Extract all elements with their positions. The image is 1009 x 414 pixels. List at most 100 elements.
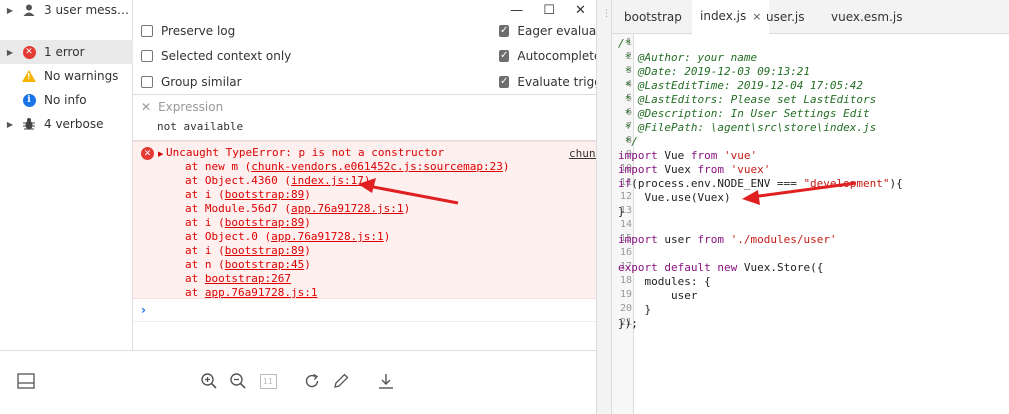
sidebar-item-label: 4 verbose [44,117,104,131]
autocomplete-checkbox[interactable]: ✓ [499,50,510,62]
edit-icon[interactable] [329,369,353,393]
selected-context-checkbox[interactable] [141,50,153,62]
console-prompt[interactable]: › [133,300,596,322]
stack-frame-link[interactable]: bootstrap:89 [225,188,304,201]
stack-frame-link[interactable]: chunk-vendors.e061452c.js:sourcemap:23 [251,160,503,173]
tab-bootstrap[interactable]: bootstrap [620,0,686,34]
code-line: */ [618,135,638,148]
code-line: user [618,289,698,302]
stack-frame-link[interactable]: bootstrap:89 [225,216,304,229]
close-icon[interactable]: ✕ [141,100,151,114]
setting-label: Preserve log [161,24,236,38]
eager-evaluation-checkbox[interactable]: ✓ [499,25,510,37]
stack-frame-text: ) [383,230,391,243]
stack-frame: at i (bootstrap:89) [185,216,311,229]
stack-frame-link[interactable]: app.76a91728.js:1 [205,286,318,299]
minimize-button[interactable]: — [510,3,523,18]
expression-value: not available [157,120,244,133]
code-line: * @Author: your name [618,51,758,64]
panel-splitter[interactable]: ⋮ [596,0,612,414]
stack-frame-link[interactable]: app.76a91728.js:1 [271,230,384,243]
stack-frame-link[interactable]: bootstrap:45 [225,258,304,271]
stack-frame-text: at i ( [185,244,225,257]
sidebar-item-warnings[interactable]: ! No warnings [0,64,133,88]
tab-user-js[interactable]: user.js [762,0,808,34]
sidebar-item-label: 3 user mess… [44,3,130,17]
evaluate-triggers-setting[interactable]: ✓ Evaluate trigge [499,75,596,89]
stack-frame: at app.76a91728.js:1 [185,286,317,299]
code-line: import user from './modules/user' [618,233,837,246]
stack-frame-text: ) [363,174,371,187]
stack-frame-text: at i ( [185,216,225,229]
sidebar-item-label: No warnings [44,69,119,83]
selected-context-setting[interactable]: Selected context only [141,49,291,63]
code-line: import Vuex from 'vuex' [618,163,771,176]
console-panel: Preserve log Selected context only Group… [133,0,596,350]
stack-frame-link[interactable]: bootstrap:89 [225,244,304,257]
stack-frame-text: at [185,272,205,285]
code-line: * @LastEditTime: 2019-12-04 17:05:42 [618,79,864,92]
stack-frame: at Object.4360 (index.js:17) [185,174,370,187]
stack-frame-text: ) [304,188,311,201]
maximize-button[interactable]: ☐ [543,3,555,18]
zoom-in-icon[interactable] [197,369,221,393]
error-message-block: ✕ ▶ Uncaught TypeError: p is not a const… [133,141,596,299]
stack-frame-text: ) [304,244,311,257]
expression-label: Expression [158,100,224,114]
code-line: * @Description: In User Settings Edit [618,107,870,120]
expand-triangle-icon[interactable]: ▶ [0,120,20,129]
preserve-log-checkbox[interactable] [141,25,153,37]
stack-frame-link[interactable]: index.js:17 [291,174,364,187]
stack-frame-link[interactable]: app.76a91728.js:1 [291,202,404,215]
code-line: if(process.env.NODE_ENV === "development… [618,177,903,190]
stack-frame: at bootstrap:267 [185,272,291,285]
close-icon[interactable]: × [752,10,761,23]
group-similar-setting[interactable]: Group similar [141,75,242,89]
sidebar-item-label: 1 error [44,45,85,59]
stack-frame-text: at Module.56d7 ( [185,202,291,215]
stack-frame-text: at Object.4360 ( [185,174,291,187]
code-line: } [618,205,625,218]
prompt-chevron-icon: › [141,303,146,317]
setting-label: Eager evaluatio [517,24,596,38]
dock-icon[interactable] [14,369,38,393]
stack-frame-text: at n ( [185,258,225,271]
zoom-out-icon[interactable] [226,369,250,393]
stack-frame: at new m (chunk-vendors.e061452c.js:sour… [185,160,510,173]
sidebar-item-verbose[interactable]: ▶ 4 verbose [0,112,133,136]
error-icon: ✕ [20,43,38,61]
code-editor[interactable]: /* * @Author: your name * @Date: 2019-12… [612,34,1009,414]
sidebar-item-errors[interactable]: ▶ ✕ 1 error [0,40,133,64]
sidebar-item-label: No info [44,93,87,107]
tab-label: vuex.esm.js [831,10,903,24]
autocomplete-setting[interactable]: ✓ Autocomplete [499,49,596,63]
tab-label: bootstrap [624,10,682,24]
refresh-icon[interactable] [300,369,324,393]
close-button[interactable]: ✕ [575,3,586,18]
sources-panel: bootstrap index.js × user.js vuex.esm.js… [612,0,1009,414]
window-controls: — ☐ ✕ [500,0,596,20]
evaluate-triggers-checkbox[interactable]: ✓ [499,76,510,88]
code-line: * @FilePath: \agent\src\store\index.js [618,121,877,134]
expand-triangle-icon[interactable]: ▶ [0,6,20,15]
expand-triangle-icon[interactable]: ▶ [0,48,20,57]
tab-vuex-esm-js[interactable]: vuex.esm.js [827,0,907,34]
stack-frame: at n (bootstrap:45) [185,258,311,271]
tab-index-js[interactable]: index.js × [692,0,770,34]
group-similar-checkbox[interactable] [141,76,153,88]
download-icon[interactable] [374,369,398,393]
code-line: modules: { [618,275,711,288]
error-source-link[interactable]: chunk [569,147,596,160]
expand-triangle-icon[interactable]: ▶ [158,150,163,158]
setting-label: Selected context only [161,49,292,63]
code-line: } [618,303,652,316]
sidebar-item-user-messages[interactable]: ▶ 3 user mess… [0,0,133,22]
code-line: import Vue from 'vue' [618,149,758,162]
setting-label: Autocomplete [517,49,596,63]
setting-label: Evaluate trigge [517,75,596,89]
stack-frame-link[interactable]: bootstrap:267 [205,272,291,285]
preserve-log-setting[interactable]: Preserve log [141,24,235,38]
eager-evaluation-setting[interactable]: ✓ Eager evaluatio [499,24,596,38]
sidebar-item-info[interactable]: i No info [0,88,133,112]
code-line: export default new Vuex.Store({ [618,261,824,274]
